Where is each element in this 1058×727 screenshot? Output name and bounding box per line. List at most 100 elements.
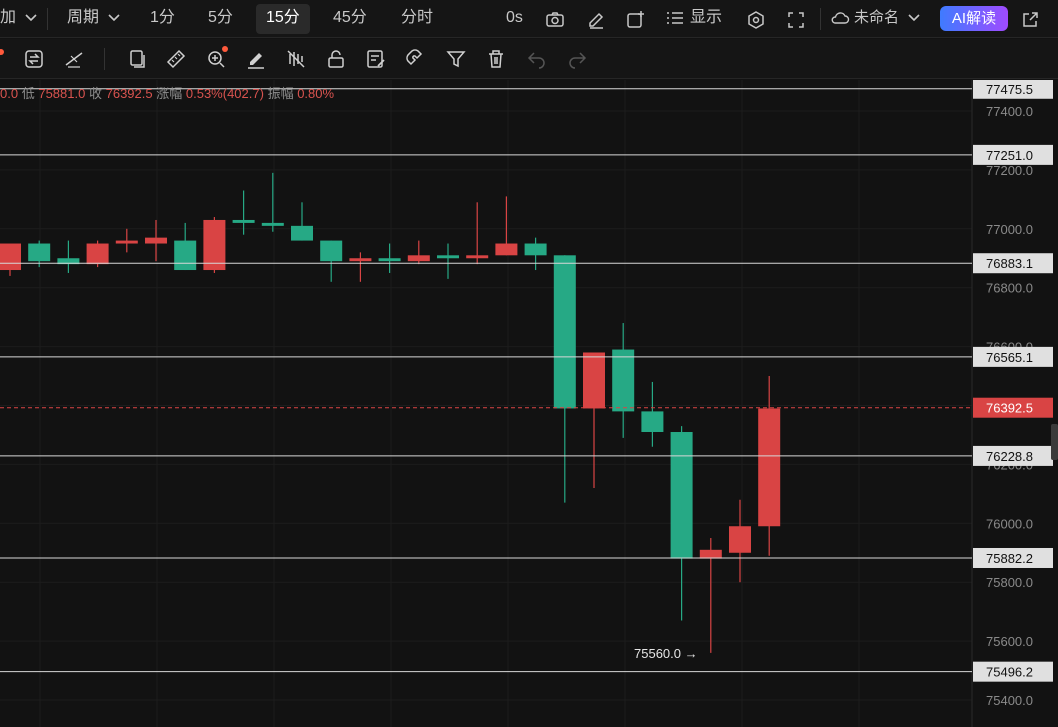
copy-icon[interactable] <box>126 48 148 70</box>
amplitude-label: 振幅 <box>267 86 294 101</box>
candle-body <box>699 549 722 559</box>
candle-body <box>495 243 518 256</box>
candle-body <box>349 258 372 262</box>
interval-45m[interactable]: 45分 <box>333 0 367 38</box>
trash-icon[interactable] <box>485 48 507 70</box>
candle <box>232 190 255 235</box>
scroll-handle <box>1051 424 1058 460</box>
price-level-label: 76565.1 <box>986 350 1033 365</box>
candle-body <box>320 240 343 262</box>
price-level-label: 77251.0 <box>986 148 1033 163</box>
fullscreen-icon[interactable] <box>786 8 806 28</box>
candle <box>466 202 489 265</box>
settings-icon[interactable] <box>746 8 766 29</box>
swap-icon[interactable] <box>23 48 45 70</box>
share-icon[interactable] <box>1020 8 1040 28</box>
candle <box>145 219 167 262</box>
trendline-icon[interactable] <box>63 48 85 70</box>
candle <box>437 243 459 279</box>
candle <box>378 243 401 273</box>
candle-body <box>729 526 751 553</box>
candle <box>57 240 80 273</box>
edit-list-icon[interactable] <box>365 48 387 70</box>
marker-icon[interactable] <box>245 48 267 70</box>
price-level-label: 75496.2 <box>986 665 1033 680</box>
pencil-icon[interactable] <box>586 8 606 29</box>
change-value: 0.53%(402.7) <box>185 86 264 101</box>
chevron-down-icon <box>108 14 121 21</box>
candle <box>203 217 226 273</box>
candle <box>495 196 518 256</box>
y-tick-label: 77000.0 <box>986 222 1033 237</box>
drawing-toolbar <box>0 39 1058 79</box>
divider <box>104 48 105 70</box>
candle-body <box>407 255 430 262</box>
layout-dropdown[interactable]: 未命名 <box>830 0 921 38</box>
candle-body <box>291 225 313 241</box>
hide-drawings-icon[interactable] <box>285 48 307 70</box>
add-window-icon[interactable] <box>626 8 646 28</box>
y-tick-label: 77400.0 <box>986 104 1033 119</box>
divider <box>820 8 821 30</box>
candle <box>699 538 722 653</box>
period-dropdown[interactable]: 周期 <box>67 0 121 38</box>
candle <box>407 240 430 265</box>
price-level-label: 76883.1 <box>986 256 1033 271</box>
chart-canvas[interactable]: 75400.075600.075800.076000.076200.076400… <box>0 80 1058 727</box>
candle <box>729 499 751 583</box>
magnet-icon[interactable] <box>405 48 427 70</box>
countdown: 0s <box>506 9 523 26</box>
candle-body <box>670 432 693 559</box>
notification-dot <box>222 46 228 52</box>
candle <box>641 381 664 447</box>
interval-timeshare[interactable]: 分时 <box>401 0 433 38</box>
open-tail: 0.0 <box>0 86 19 101</box>
candle-body <box>174 240 197 271</box>
candle <box>115 228 138 253</box>
interval-15m[interactable]: 15分 <box>256 4 310 34</box>
y-tick-label: 75400.0 <box>986 693 1033 708</box>
unlock-icon[interactable] <box>325 48 347 70</box>
interval-1m[interactable]: 1分 <box>150 0 175 38</box>
display-label: 显示 <box>690 9 723 26</box>
candle-body <box>466 255 489 259</box>
amplitude-value: 0.80% <box>297 86 335 101</box>
camera-icon[interactable] <box>545 8 565 28</box>
candle-body <box>145 237 167 244</box>
current-price-label: 76392.5 <box>986 401 1033 416</box>
chevron-down-icon <box>908 14 920 22</box>
ai-analysis-button[interactable]: AI解读 <box>940 6 1008 31</box>
chevron-down-icon <box>25 14 38 21</box>
candle-body <box>583 352 605 409</box>
y-tick-label: 75800.0 <box>986 575 1033 590</box>
candle <box>261 172 284 232</box>
candle <box>583 352 605 488</box>
undo-icon[interactable] <box>526 48 548 70</box>
price-level-label: 75882.2 <box>986 551 1033 566</box>
ruler-icon[interactable] <box>165 48 187 70</box>
price-level-label: 76228.8 <box>986 449 1033 464</box>
period-label: 周期 <box>67 9 100 26</box>
y-tick-label: 76000.0 <box>986 516 1033 531</box>
symbol-suffix-label: 加 <box>0 9 17 26</box>
candle-body <box>28 243 51 262</box>
y-tick-label: 76800.0 <box>986 281 1033 296</box>
redo-icon[interactable] <box>566 48 588 70</box>
interval-5m[interactable]: 5分 <box>208 0 233 38</box>
candlestick-chart[interactable]: 75400.075600.075800.076000.076200.076400… <box>0 80 1058 727</box>
candle-body <box>437 255 459 259</box>
ohlc-info-bar: 0.0 低 75881.0 收 76392.5 涨幅 0.53%(402.7) … <box>0 83 334 102</box>
candle-body <box>612 349 635 412</box>
filter-icon[interactable] <box>445 48 467 70</box>
candle <box>0 243 21 276</box>
symbol-suffix[interactable]: 加 <box>0 0 38 38</box>
candle-body <box>524 243 547 256</box>
candle <box>758 376 781 556</box>
change-label: 涨幅 <box>156 86 183 101</box>
cloud-icon <box>831 12 850 24</box>
candle-body <box>378 258 401 262</box>
candle-body <box>758 408 781 527</box>
candle <box>553 255 576 503</box>
display-menu[interactable]: 显示 <box>666 0 722 38</box>
y-tick-label: 75600.0 <box>986 634 1033 649</box>
